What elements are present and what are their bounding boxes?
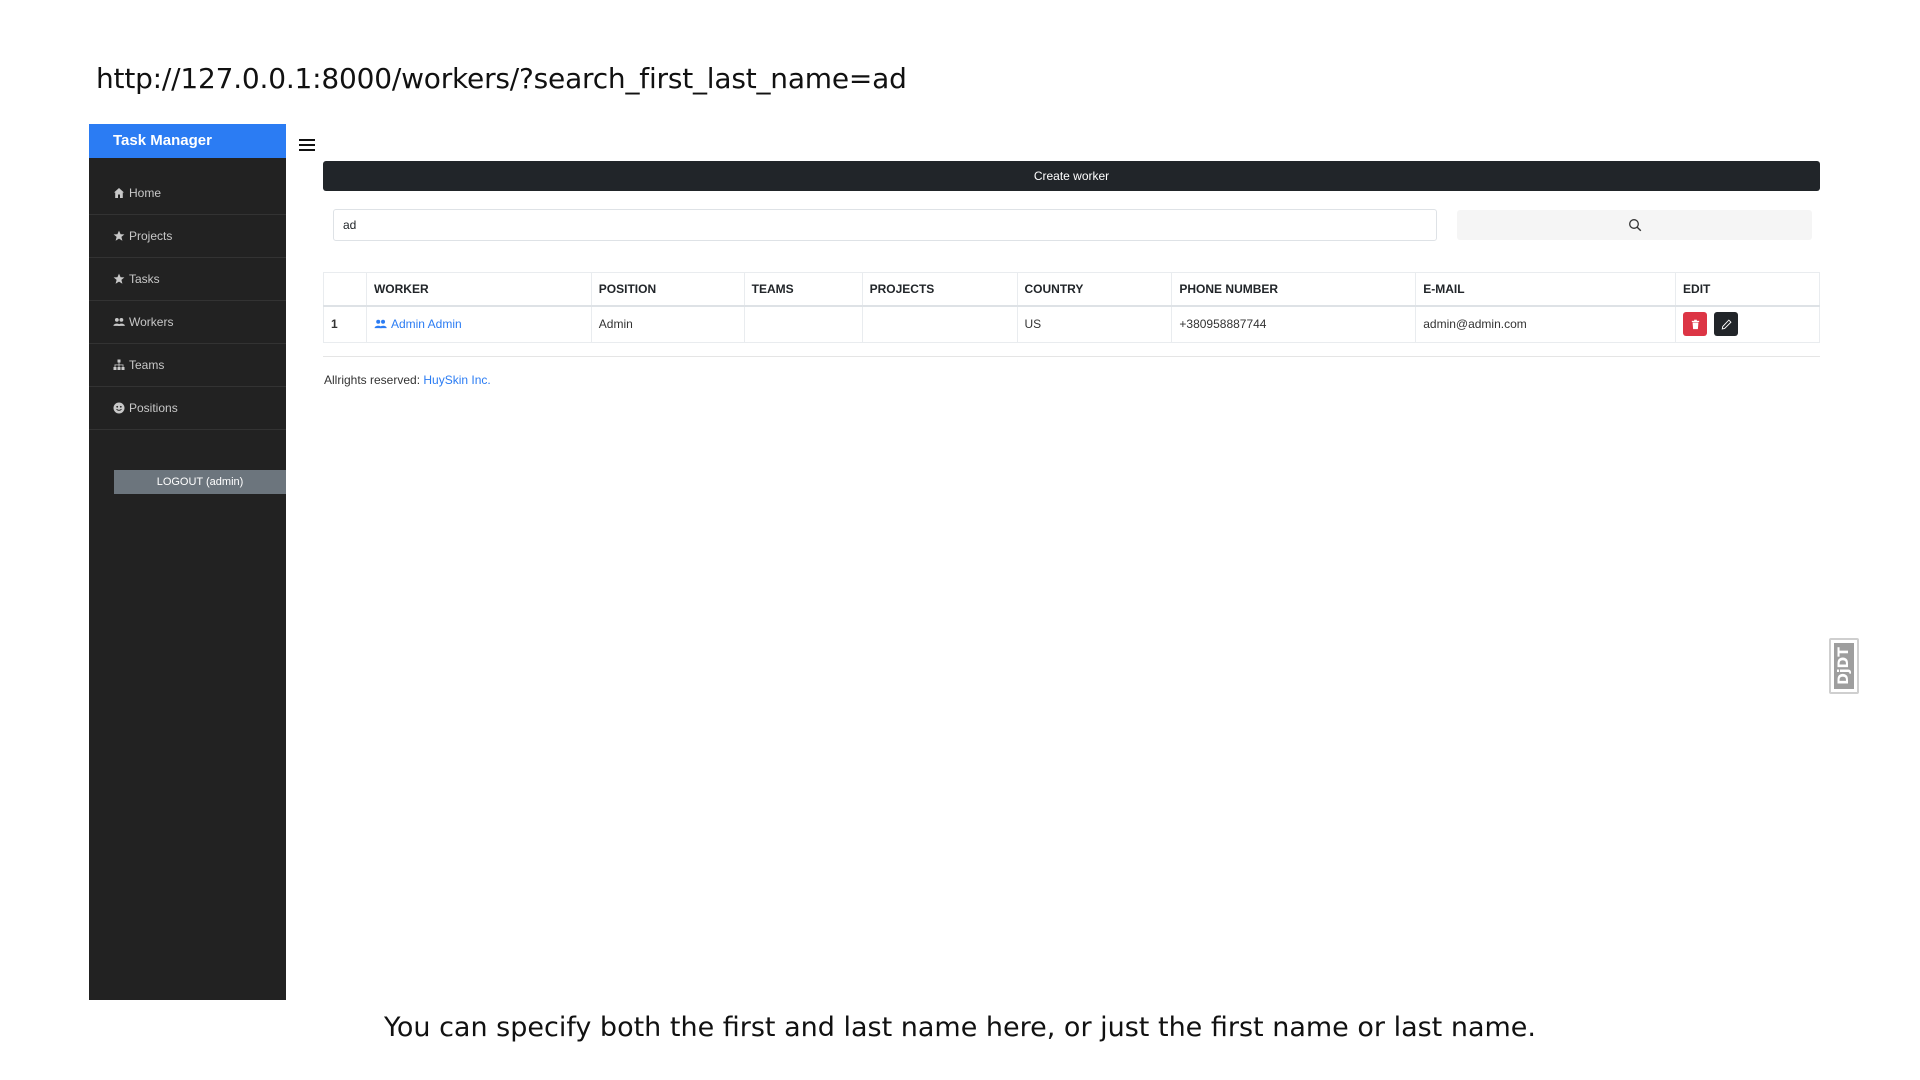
- table-header-row: WORKER POSITION TEAMS PROJECTS COUNTRY P…: [323, 272, 1820, 307]
- workers-table-container: WORKER POSITION TEAMS PROJECTS COUNTRY P…: [323, 272, 1820, 343]
- teams-cell: [743, 305, 863, 343]
- sidebar-item-home[interactable]: Home: [89, 172, 286, 215]
- sidebar-nav: Home Projects Tasks Workers Teams Positi…: [89, 172, 286, 430]
- footer-text: Allrights reserved:: [324, 373, 421, 387]
- search-icon: [1628, 219, 1641, 232]
- worker-link[interactable]: Admin Admin: [374, 317, 462, 331]
- sitemap-icon: [113, 359, 129, 371]
- home-icon: [113, 187, 129, 199]
- url-caption: http://127.0.0.1:8000/workers/?search_fi…: [96, 62, 907, 95]
- phone-cell: +380958887744: [1171, 305, 1417, 343]
- trash-icon: [1691, 319, 1699, 329]
- content-divider: [323, 356, 1820, 357]
- footer: Allrights reserved: HuySkin Inc.: [324, 373, 491, 387]
- column-header: TEAMS: [743, 272, 863, 307]
- sidebar-item-teams[interactable]: Teams: [89, 344, 286, 387]
- edit-button[interactable]: [1714, 312, 1739, 337]
- footer-link[interactable]: HuySkin Inc.: [423, 373, 490, 387]
- workers-table: WORKER POSITION TEAMS PROJECTS COUNTRY P…: [323, 272, 1820, 343]
- table-row: 1 Admin Admin Admin US +380958887744 adm…: [323, 305, 1820, 343]
- worker-cell: Admin Admin: [365, 305, 592, 343]
- sidebar-item-label: Teams: [129, 358, 165, 372]
- search-button[interactable]: [1457, 210, 1812, 240]
- sidebar: Task Manager Home Projects Tasks Workers: [89, 124, 286, 1000]
- pencil-icon: [1721, 319, 1732, 330]
- debug-toolbar-label: DjDT: [1836, 647, 1852, 685]
- column-header: [323, 272, 367, 307]
- column-header: E-MAIL: [1415, 272, 1677, 307]
- sidebar-item-positions[interactable]: Positions: [89, 387, 286, 430]
- country-cell: US: [1016, 305, 1173, 343]
- column-header: EDIT: [1675, 272, 1820, 307]
- users-icon: [113, 316, 129, 328]
- worker-name: Admin Admin: [390, 316, 462, 331]
- logout-button[interactable]: LOGOUT (admin): [114, 470, 286, 494]
- column-header: PROJECTS: [861, 272, 1018, 307]
- star-icon: [113, 273, 129, 285]
- row-number: 1: [323, 305, 367, 343]
- column-header: POSITION: [590, 272, 745, 307]
- column-header: COUNTRY: [1016, 272, 1173, 307]
- sidebar-item-label: Workers: [129, 315, 174, 329]
- email-cell: admin@admin.com: [1415, 305, 1677, 343]
- projects-cell: [861, 305, 1018, 343]
- smile-icon: [113, 402, 129, 414]
- menu-toggle-icon[interactable]: [299, 139, 315, 152]
- position-cell: Admin: [590, 305, 745, 343]
- edit-cell: [1675, 305, 1820, 343]
- debug-toolbar-handle[interactable]: DjDT: [1829, 638, 1859, 694]
- column-header: PHONE NUMBER: [1171, 272, 1417, 307]
- sidebar-item-label: Positions: [129, 401, 178, 415]
- sidebar-item-projects[interactable]: Projects: [89, 215, 286, 258]
- star-icon: [113, 230, 129, 242]
- delete-button[interactable]: [1683, 312, 1708, 337]
- sidebar-item-label: Projects: [129, 229, 173, 243]
- instruction-caption: You can specify both the first and last …: [383, 1012, 1537, 1043]
- sidebar-item-tasks[interactable]: Tasks: [89, 258, 286, 301]
- sidebar-item-workers[interactable]: Workers: [89, 301, 286, 344]
- brand-title[interactable]: Task Manager: [89, 124, 286, 158]
- users-icon: [374, 319, 387, 328]
- sidebar-item-label: Home: [129, 186, 162, 200]
- create-worker-button[interactable]: Create worker: [323, 161, 1820, 191]
- search-input[interactable]: [333, 209, 1437, 241]
- column-header: WORKER: [365, 272, 592, 307]
- sidebar-item-label: Tasks: [129, 272, 160, 286]
